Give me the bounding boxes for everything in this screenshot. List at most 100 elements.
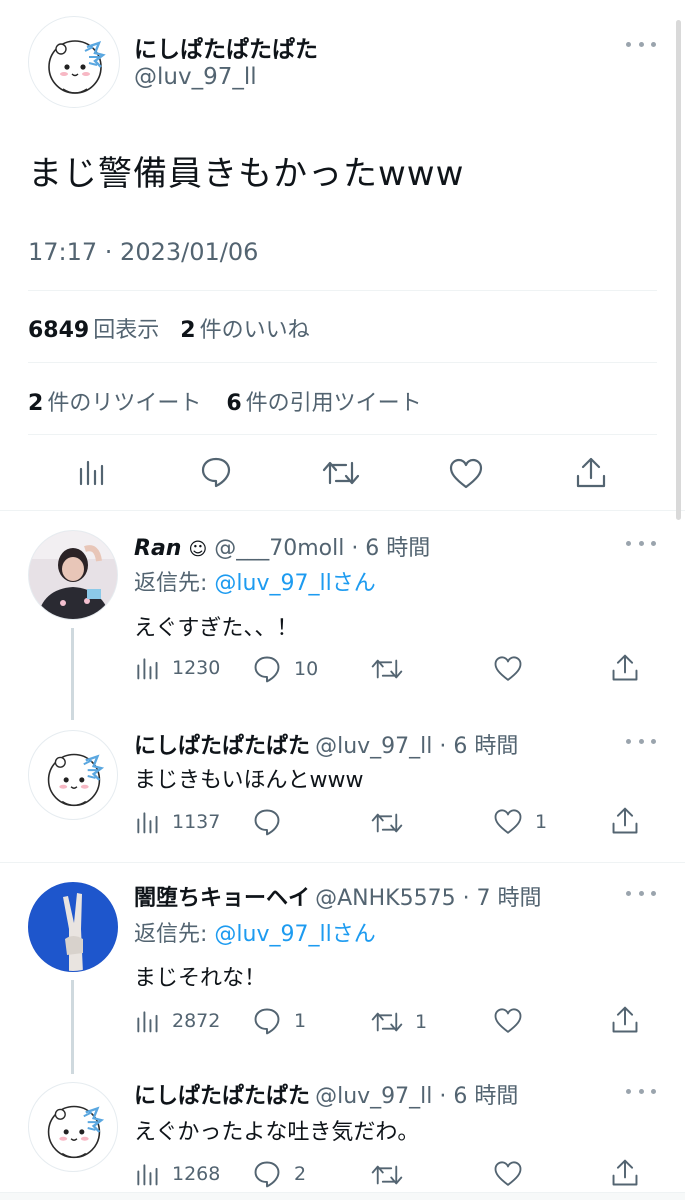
retweets-label: 件のリツイート	[47, 391, 202, 416]
smile-emoji: ☺	[188, 539, 208, 560]
retweet-icon	[371, 659, 403, 679]
more-options-icon[interactable]	[626, 1086, 656, 1096]
analytics-icon	[137, 1011, 158, 1033]
hamster-avatar-icon	[48, 40, 106, 94]
reply-display-name[interactable]: Ran	[134, 536, 181, 561]
quotes-label: 件の引用ツイート	[245, 391, 422, 416]
more-options-icon[interactable]	[626, 538, 656, 548]
reply-avatar-author[interactable]	[28, 730, 118, 820]
retweet-icon[interactable]	[322, 457, 360, 489]
divider	[28, 362, 657, 363]
reply-icon[interactable]	[199, 455, 233, 489]
views-count: 1268	[172, 1163, 221, 1185]
reply-handle-time[interactable]: @___70moll · 6 時間	[214, 536, 430, 561]
analytics-icon	[137, 1164, 158, 1186]
share-icon[interactable]	[610, 1005, 640, 1035]
more-options-icon[interactable]	[626, 736, 656, 746]
author-display-name[interactable]: にしぱたぱたぱた	[134, 30, 318, 64]
like-button[interactable]	[493, 655, 535, 683]
reply-display-name[interactable]: にしぱたぱたぱた	[134, 1084, 310, 1109]
retweet-icon	[371, 1165, 403, 1185]
views-button[interactable]: 1268	[134, 1161, 220, 1187]
analytics-icon	[137, 658, 158, 680]
author-avatar[interactable]	[28, 16, 120, 108]
retweets-count: 2	[28, 391, 44, 416]
retweet-button[interactable]	[371, 809, 415, 837]
more-options-icon[interactable]	[626, 888, 656, 898]
views-label: 回表示	[93, 318, 160, 343]
reply-avatar-kyohei[interactable]	[28, 882, 118, 972]
reply-header: 闇堕ちキョーヘイ @ANHK5575 · 7 時間	[134, 880, 542, 912]
reply-to-prefix: 返信先:	[134, 571, 208, 596]
reply-avatar-author[interactable]	[28, 1082, 118, 1172]
like-button[interactable]: 1	[493, 808, 547, 836]
hamster-avatar-icon	[47, 1105, 105, 1159]
reply-avatar-ran[interactable]	[28, 530, 118, 620]
reply-to-line: 返信先: @luv_97_llさん	[134, 916, 376, 948]
reply-text: えぐすぎた、、！	[134, 616, 299, 641]
reply-display-name[interactable]: にしぱたぱたぱた	[134, 734, 310, 759]
share-icon[interactable]	[610, 806, 640, 836]
share-icon[interactable]	[610, 1158, 640, 1188]
like-button[interactable]	[493, 1160, 535, 1188]
retweet-button[interactable]	[371, 655, 415, 683]
reply-count: 10	[294, 658, 319, 680]
reply-handle-time[interactable]: @ANHK5575 · 7 時間	[315, 886, 541, 911]
likes-link[interactable]: 2 件のいいね	[180, 318, 309, 343]
like-button[interactable]	[493, 1007, 535, 1035]
views-count: 2872	[172, 1010, 221, 1032]
compose-bar[interactable]	[0, 1192, 685, 1200]
retweet-button[interactable]: 1	[371, 1008, 427, 1036]
tweet-text: まじ警備員きもかったwww	[28, 154, 465, 194]
quotes-link[interactable]: 6 件の引用ツイート	[226, 391, 421, 416]
more-options-icon[interactable]	[626, 39, 656, 49]
reply-handle-time[interactable]: @luv_97_ll · 6 時間	[315, 1084, 518, 1109]
reply-to-line: 返信先: @luv_97_llさん	[134, 565, 376, 597]
views-button[interactable]: 1230	[134, 655, 220, 681]
divider	[28, 290, 657, 291]
views-button[interactable]: 2872	[134, 1008, 220, 1034]
retweet-icon	[371, 813, 403, 833]
like-icon	[494, 809, 522, 834]
peace-sign-photo-icon	[29, 883, 117, 971]
reply-button[interactable]: 10	[252, 654, 318, 684]
like-icon	[494, 1008, 522, 1033]
reply-to-handle[interactable]: @luv_97_ll	[214, 922, 331, 947]
share-icon[interactable]	[610, 653, 640, 683]
reply-to-suffix: さん	[331, 571, 376, 596]
retweets-link[interactable]: 2 件のリツイート	[28, 391, 201, 416]
reply-icon	[254, 1161, 280, 1188]
tweet-timestamp[interactable]: 17:17 · 2023/01/06	[28, 238, 258, 266]
analytics-icon	[137, 812, 158, 834]
engagement-row-2: 2 件のリツイート 6 件の引用ツイート	[28, 385, 422, 417]
reply-to-handle[interactable]: @luv_97_ll	[214, 571, 331, 596]
reply-header: にしぱたぱたぱた @luv_97_ll · 6 時間	[134, 728, 518, 760]
divider	[0, 862, 685, 863]
reply-icon	[254, 656, 280, 683]
like-icon[interactable]	[448, 458, 484, 490]
views-count: 1230	[172, 657, 221, 679]
author-handle[interactable]: @luv_97_ll	[134, 64, 257, 90]
thread-line	[71, 980, 74, 1074]
reply-text: まじそれな！	[134, 966, 267, 991]
retweet-button[interactable]	[371, 1161, 415, 1189]
reply-button[interactable]	[252, 807, 294, 837]
reply-handle-time[interactable]: @luv_97_ll · 6 時間	[315, 734, 518, 759]
retweet-icon	[371, 1012, 403, 1032]
share-icon[interactable]	[574, 456, 608, 490]
reply-display-name[interactable]: 闇堕ちキョーヘイ	[134, 886, 310, 911]
views-button[interactable]: 1137	[134, 809, 220, 835]
reply-button[interactable]: 1	[252, 1006, 306, 1036]
person-photo-icon	[29, 531, 117, 619]
reply-button[interactable]: 2	[252, 1159, 306, 1189]
scrollbar[interactable]	[676, 20, 681, 520]
reply-header: Ran ☺ @___70moll · 6 時間	[134, 530, 430, 562]
reply-text: えぐかったよな吐き気だわ。	[134, 1120, 420, 1145]
likes-count: 2	[180, 318, 196, 343]
quotes-count: 6	[226, 391, 242, 416]
analytics-icon[interactable]	[76, 457, 106, 487]
reply-count: 2	[294, 1163, 307, 1185]
like-count: 1	[535, 811, 548, 833]
views-count: 6849	[28, 318, 90, 343]
reply-header: にしぱたぱたぱた @luv_97_ll · 6 時間	[134, 1078, 518, 1110]
